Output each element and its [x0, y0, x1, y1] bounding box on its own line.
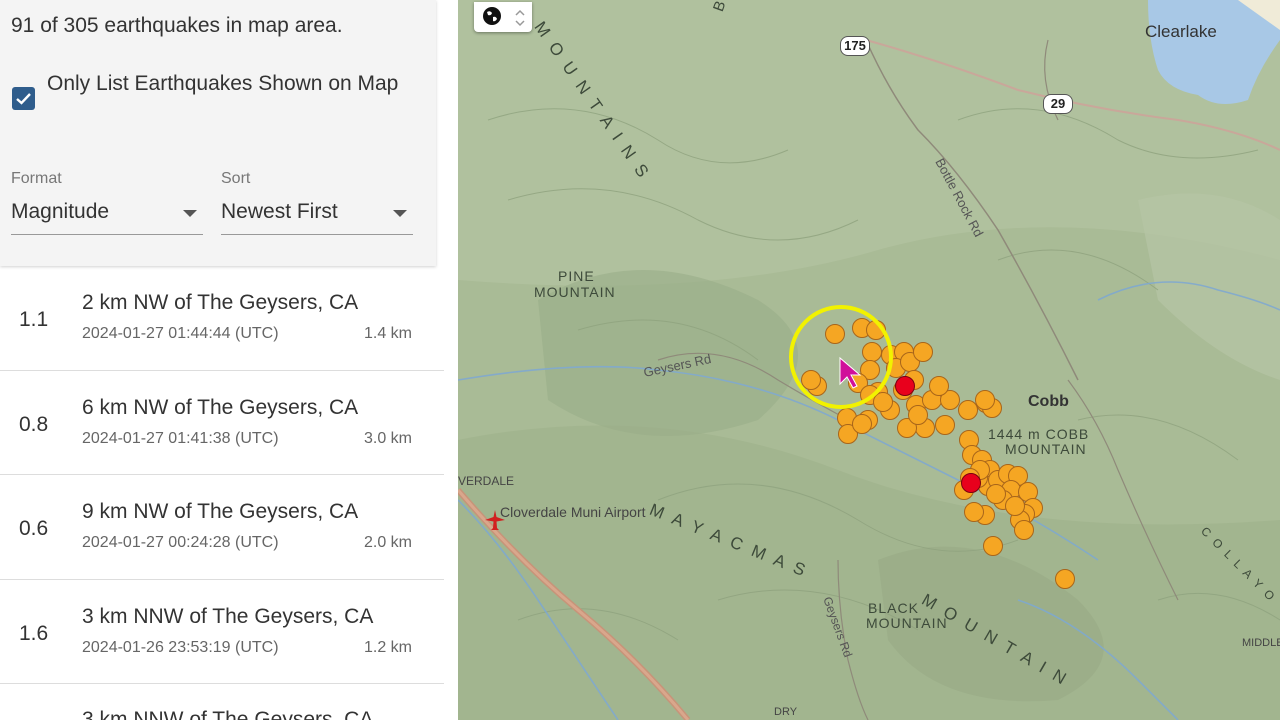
- location: 9 km NW of The Geysers, CA: [82, 500, 359, 523]
- list-item[interactable]: 0.8 6 km NW of The Geysers, CA 2024-01-2…: [0, 371, 444, 475]
- location: 3 km NNW of The Geysers, CA: [82, 604, 374, 628]
- only-shown-label[interactable]: Only List Earthquakes Shown on Map: [47, 66, 417, 101]
- magnitude: 1.6: [19, 621, 49, 645]
- earthquake-marker[interactable]: [1014, 520, 1034, 540]
- earthquake-marker[interactable]: [975, 390, 995, 410]
- depth: 1.2 km: [363, 638, 412, 656]
- chevron-updown-icon: [515, 9, 525, 27]
- earthquake-marker[interactable]: [873, 392, 893, 412]
- chevron-down-icon: [393, 210, 407, 217]
- recent-earthquake-marker[interactable]: [895, 376, 915, 396]
- earthquake-count: 91 of 305 earthquakes in map area.: [11, 14, 343, 37]
- location: 6 km NW of The Geysers, CA: [82, 395, 359, 419]
- earthquake-list: 1.1 2 km NW of The Geysers, CA 2024-01-2…: [0, 266, 444, 720]
- list-item[interactable]: 0.6 9 km NW of The Geysers, CA 2024-01-2…: [0, 475, 444, 580]
- earthquake-marker[interactable]: [964, 502, 984, 522]
- earthquake-map[interactable]: Clearlake Cobb 1444 m COBB MOUNTAIN PINE…: [458, 0, 1280, 720]
- list-item[interactable]: 1.6 3 km NNW of The Geysers, CA 2024-01-…: [0, 580, 444, 684]
- format-underline: [11, 234, 203, 235]
- basemap-toggle-button[interactable]: [474, 2, 532, 32]
- timestamp: 2024-01-27 01:41:38 (UTC): [82, 429, 279, 447]
- timestamp: 2024-01-27 00:24:28 (UTC): [82, 534, 279, 551]
- earthquake-marker[interactable]: [852, 414, 872, 434]
- earthquake-marker[interactable]: [913, 342, 933, 362]
- earthquake-marker[interactable]: [908, 405, 928, 425]
- list-controls: 91 of 305 earthquakes in map area. Only …: [0, 0, 436, 266]
- globe-icon: [483, 7, 501, 25]
- magnitude: 0.8: [19, 412, 49, 436]
- chevron-down-icon: [183, 210, 197, 217]
- earthquake-marker[interactable]: [983, 536, 1003, 556]
- list-item[interactable]: 3 km NNW of The Geysers, CA: [0, 684, 444, 720]
- depth: 2.0 km: [363, 534, 412, 551]
- format-label: Format: [11, 170, 62, 187]
- earthquake-list-panel: 91 of 305 earthquakes in map area. Only …: [0, 0, 458, 720]
- earthquake-marker[interactable]: [825, 324, 845, 344]
- format-value[interactable]: Magnitude: [11, 200, 109, 224]
- magnitude: 1.1: [19, 308, 49, 331]
- format-select[interactable]: Format Magnitude: [11, 170, 203, 235]
- earthquake-marker[interactable]: [929, 376, 949, 396]
- earthquake-marker[interactable]: [1005, 496, 1025, 516]
- location: 2 km NW of The Geysers, CA: [82, 291, 359, 314]
- earthquake-markers: [789, 305, 1075, 589]
- magnitude: 0.6: [19, 517, 49, 540]
- location: 3 km NNW of The Geysers, CA: [82, 708, 374, 720]
- depth: 3.0 km: [363, 429, 412, 447]
- earthquake-marker[interactable]: [801, 370, 821, 390]
- earthquake-marker[interactable]: [862, 342, 882, 362]
- checkmark-icon: [16, 93, 31, 105]
- sort-select[interactable]: Sort Newest First: [221, 170, 413, 235]
- earthquake-marker[interactable]: [1055, 569, 1075, 589]
- only-shown-checkbox[interactable]: [12, 87, 35, 110]
- sort-label: Sort: [221, 170, 251, 187]
- timestamp: 2024-01-27 01:44:44 (UTC): [82, 325, 279, 342]
- list-item[interactable]: 1.1 2 km NW of The Geysers, CA 2024-01-2…: [0, 266, 444, 371]
- recent-earthquake-marker[interactable]: [961, 473, 981, 493]
- earthquake-marker[interactable]: [935, 415, 955, 435]
- earthquake-marker[interactable]: [958, 400, 978, 420]
- sort-value[interactable]: Newest First: [221, 200, 338, 224]
- depth: 1.4 km: [363, 325, 412, 342]
- timestamp: 2024-01-26 23:53:19 (UTC): [82, 638, 279, 656]
- sort-underline: [221, 234, 413, 235]
- earthquake-marker[interactable]: [986, 484, 1006, 504]
